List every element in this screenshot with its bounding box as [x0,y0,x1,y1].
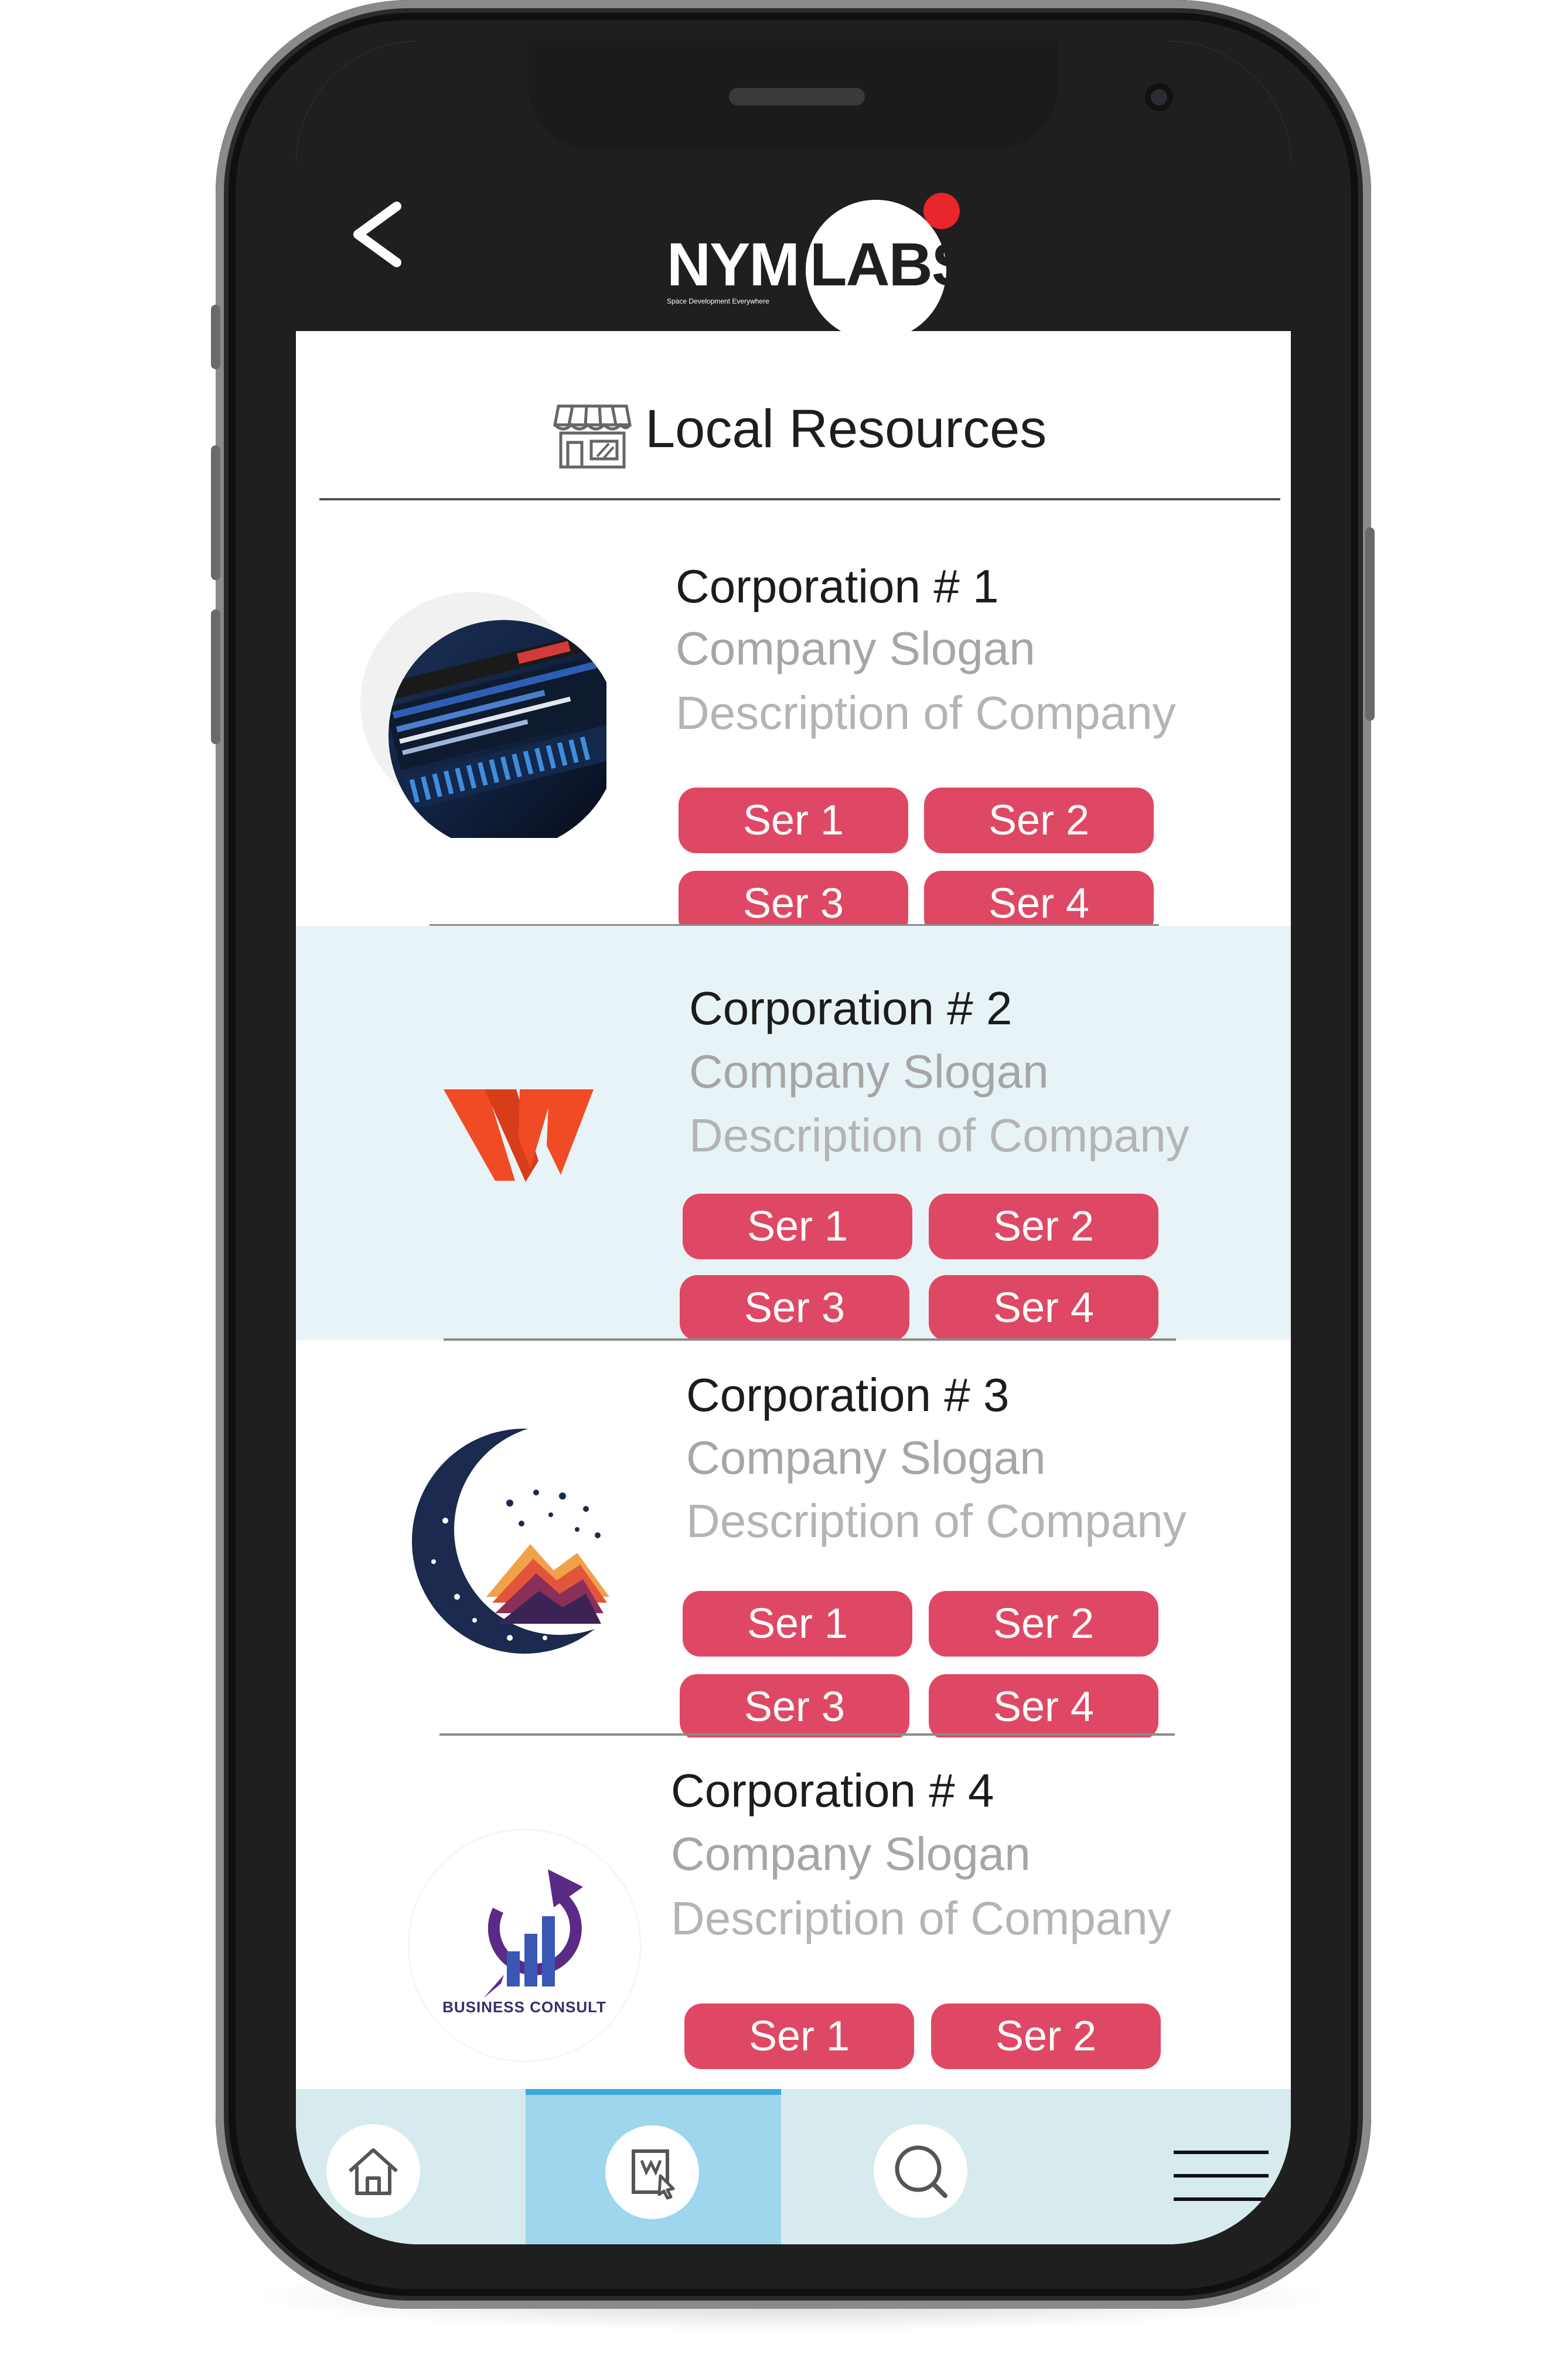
tab-home[interactable] [296,2089,526,2244]
list-divider [444,1338,1176,1341]
chevron-left-icon [353,202,401,267]
business-consult-logo [408,1829,641,2062]
service-button-4[interactable]: Ser 4 [929,1674,1158,1740]
service-button-2[interactable]: Ser 2 [929,1194,1158,1259]
service-button-1[interactable]: Ser 1 [683,1591,912,1657]
service-button-1[interactable]: Ser 1 [679,788,908,853]
service-button-1[interactable]: Ser 1 [683,1194,912,1259]
active-tab-indicator [526,2089,781,2095]
nymlabs-logo: NYM LABS Space Development Everywhere [656,161,1008,340]
company-name: Corporation # 4 [671,1764,994,1817]
phone-side-button [1365,527,1375,721]
service-button-4[interactable]: Ser 4 [929,1275,1158,1341]
front-camera [1145,83,1173,111]
company-slogan: Company Slogan [689,1045,1049,1098]
phone-screen: NYM LABS Space Development Everywhere Lo… [296,41,1291,2244]
company-card-4[interactable]: BUSINESS CONSULT Corporation # 4 Company… [296,1737,1291,2089]
phone-side-button [211,609,220,744]
company-description: Description of Company [676,687,1176,739]
service-button-2[interactable]: Ser 2 [924,788,1154,853]
page-title: Local Resources [645,399,1047,459]
header-divider [319,498,1280,500]
home-icon-circle [326,2124,420,2218]
company-slogan: Company Slogan [676,622,1035,674]
directory-icon-circle [605,2125,699,2219]
company-name: Corporation # 3 [686,1369,1010,1421]
service-button-2[interactable]: Ser 2 [931,2003,1161,2069]
page-header: Local Resources [296,331,1291,501]
company-slogan: Company Slogan [686,1432,1046,1484]
logo-text-labs: LABS [810,231,972,299]
phone-side-button [211,445,220,580]
notch [529,41,1173,149]
tab-directory[interactable] [526,2089,781,2244]
service-button-3[interactable]: Ser 3 [680,1674,909,1740]
company-description: Description of Company [686,1495,1187,1547]
company-description: Description of Company [689,1109,1189,1161]
tab-search[interactable] [781,2089,1037,2244]
company-name: Corporation # 2 [689,982,1013,1034]
logo-red-dot [923,193,960,229]
company-slogan: Company Slogan [671,1828,1031,1880]
home-icon [348,2148,398,2195]
menu-icon [1174,2151,1269,2201]
business-consult-text: BUSINESS CONSULT [442,1998,606,2016]
circuit-board-logo [360,592,606,838]
search-icon [895,2145,947,2198]
speaker [729,88,865,105]
service-button-1[interactable]: Ser 1 [684,2003,914,2069]
logo-tagline: Space Development Everywhere [667,297,769,305]
moon-mountain-logo [412,1427,639,1654]
company-name: Corporation # 1 [676,560,999,612]
company-card-3[interactable]: Corporation # 3 Company Slogan Descripti… [296,1342,1291,1764]
service-button-3[interactable]: Ser 3 [680,1275,909,1341]
company-description: Description of Company [671,1892,1171,1944]
tab-menu[interactable] [1037,2089,1291,2244]
phone-side-button [211,305,220,369]
bottom-tab-bar [296,2089,1291,2244]
company-card-2[interactable]: Corporation # 2 Company Slogan Descripti… [296,926,1291,1341]
list-divider [439,1733,1175,1736]
service-button-2[interactable]: Ser 2 [929,1591,1158,1657]
back-button[interactable] [337,193,419,275]
company-card-1[interactable]: Corporation # 1 Company Slogan Descripti… [296,501,1291,936]
w-letter-logo [444,1089,594,1182]
store-icon [553,404,632,469]
directory-icon [632,2149,675,2200]
search-icon-circle [874,2124,967,2218]
logo-text-nym: NYM [667,231,800,299]
